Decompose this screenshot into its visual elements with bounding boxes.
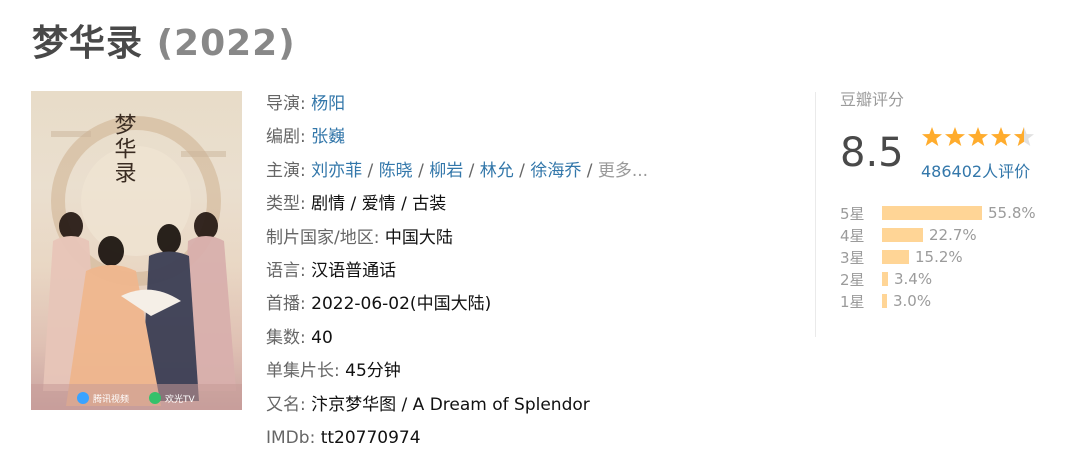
genre-value: 剧情 / 爱情 / 古装 xyxy=(311,194,447,215)
director-link[interactable]: 杨阳 xyxy=(311,94,345,114)
language-label: 语言: xyxy=(266,261,306,282)
rating-stars xyxy=(921,124,1041,154)
rating-bar-percent: 55.8% xyxy=(988,204,1036,222)
cast-link[interactable]: 刘亦菲 xyxy=(311,161,362,181)
rating-bar-percent: 15.2% xyxy=(915,248,963,266)
genre-label: 类型: xyxy=(266,194,306,215)
rating-bar-row: 3星 15.2% xyxy=(840,246,1070,268)
info-row-episodes: 集数: 40 xyxy=(266,322,786,355)
rating-bar-row: 5星 55.8% xyxy=(840,202,1070,224)
rating-bar-row: 2星 3.4% xyxy=(840,268,1070,290)
title-year: (2022) xyxy=(156,23,296,64)
cast-link[interactable]: 林允 xyxy=(480,161,514,181)
imdb-label: IMDb: xyxy=(266,428,316,449)
poster-image[interactable]: 梦华录 腾讯视频 欢光TV xyxy=(31,91,242,410)
cast-more-link[interactable]: 更多... xyxy=(598,161,648,181)
title-name: 梦华录 xyxy=(32,23,144,64)
rating-bar xyxy=(882,294,887,308)
imdb-value: tt20770974 xyxy=(320,428,421,449)
studio-logo-tencent: 腾讯视频 xyxy=(93,393,129,405)
aka-value: 汴京梦华图 / A Dream of Splendor xyxy=(311,394,590,415)
rating-bar-label: 1星 xyxy=(840,292,865,311)
info-row-cast: 主演: 刘亦菲 / 陈晓 / 柳岩 / 林允 / 徐海乔 / 更多... xyxy=(266,160,649,181)
rating-bar-row: 4星 22.7% xyxy=(840,224,1070,246)
rating-bar-label: 2星 xyxy=(840,270,865,289)
episodes-label: 集数: xyxy=(266,327,306,348)
episodes-value: 40 xyxy=(311,327,333,348)
rating-bar-percent: 3.0% xyxy=(893,292,932,310)
info-row-aka: 又名: 汴京梦华图 / A Dream of Splendor xyxy=(266,389,786,422)
rating-panel: 豆瓣评分 8.5 486402人评价 5星 55.8% 4星 22.7% 3星 … xyxy=(840,86,1070,311)
cast-link[interactable]: 陈晓 xyxy=(379,161,413,181)
rating-bar-percent: 3.4% xyxy=(894,270,933,288)
rating-bar xyxy=(882,228,923,242)
cast-link[interactable]: 徐海乔 xyxy=(530,161,581,181)
info-row-director: 导演: 杨阳 xyxy=(266,88,786,121)
rating-bar xyxy=(882,250,909,264)
poster-title-text: 梦华录 xyxy=(111,113,137,185)
rating-bar-label: 4星 xyxy=(840,226,865,245)
runtime-label: 单集片长: xyxy=(266,361,340,382)
rating-votes-link[interactable]: 486402人评价 xyxy=(921,158,1030,182)
info-row-language: 语言: 汉语普通话 xyxy=(266,255,786,288)
info-row-premiere: 首播: 2022-06-02(中国大陆) xyxy=(266,288,786,321)
rating-bar-label: 3星 xyxy=(840,248,865,267)
premiere-value: 2022-06-02(中国大陆) xyxy=(311,294,492,315)
info-row-runtime: 单集片长: 45分钟 xyxy=(266,355,786,388)
cast-label: 主演: xyxy=(266,160,306,181)
aka-label: 又名: xyxy=(266,394,306,415)
studio-logo-huanguang: 欢光TV xyxy=(165,393,195,405)
section-divider xyxy=(815,92,816,337)
info-row-imdb: IMDb: tt20770974 xyxy=(266,422,786,455)
region-value: 中国大陆 xyxy=(384,227,453,248)
info-row-genre: 类型: 剧情 / 爱情 / 古装 xyxy=(266,188,786,221)
rating-bar xyxy=(882,272,888,286)
language-value: 汉语普通话 xyxy=(311,261,397,282)
page-title: 梦华录 (2022) xyxy=(32,14,296,66)
writer-link[interactable]: 张巍 xyxy=(311,127,345,147)
star-icons xyxy=(922,127,1034,146)
rating-bar-label: 5星 xyxy=(840,204,865,223)
writer-label: 编剧: xyxy=(266,127,306,148)
rating-bar xyxy=(882,206,982,220)
rating-bar-percent: 22.7% xyxy=(929,226,977,244)
region-label: 制片国家/地区: xyxy=(266,227,380,248)
runtime-value: 45分钟 xyxy=(345,361,401,382)
rating-score: 8.5 xyxy=(840,130,904,176)
cast-link[interactable]: 柳岩 xyxy=(429,161,463,181)
rating-header: 豆瓣评分 xyxy=(840,90,905,109)
rating-bar-row: 1星 3.0% xyxy=(840,290,1070,312)
premiere-label: 首播: xyxy=(266,294,306,315)
subject-info: 导演: 杨阳 编剧: 张巍 主演: 刘亦菲 / 陈晓 / 柳岩 / 林允 / 徐… xyxy=(266,88,786,455)
rating-breakdown: 5星 55.8% 4星 22.7% 3星 15.2% 2星 3.4% 1星 3.… xyxy=(840,202,1070,312)
info-row-writer: 编剧: 张巍 xyxy=(266,121,786,154)
director-label: 导演: xyxy=(266,94,306,114)
info-row-region: 制片国家/地区: 中国大陆 xyxy=(266,222,786,255)
